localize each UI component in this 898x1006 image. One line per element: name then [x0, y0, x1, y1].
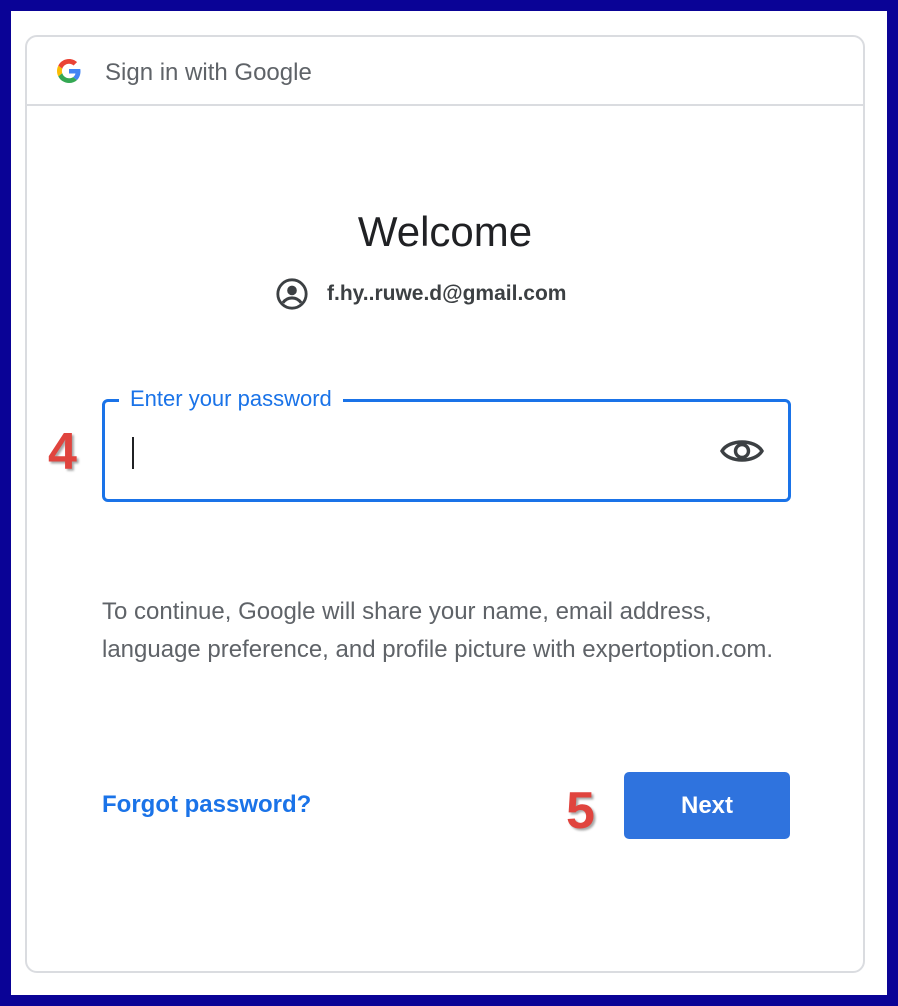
show-password-eye-icon[interactable]: [719, 430, 765, 472]
password-input[interactable]: [129, 430, 703, 472]
password-label: Enter your password: [119, 385, 343, 413]
google-g-icon: [57, 59, 81, 83]
consent-text: To continue, Google will share your name…: [102, 598, 774, 663]
account-circle-icon: [275, 277, 309, 311]
header-title: Sign in with Google: [105, 59, 312, 86]
step-4-marker: 4: [48, 423, 77, 481]
forgot-password-link[interactable]: Forgot password?: [102, 789, 311, 821]
page-title: Welcome: [357, 208, 533, 255]
account-chip[interactable]: f.hy..ruwe.d@gmail.com: [275, 277, 566, 311]
step-5-marker: 5: [566, 782, 595, 840]
account-email: f.hy..ruwe.d@gmail.com: [327, 282, 567, 305]
password-field[interactable]: Enter your password: [102, 385, 791, 502]
next-button[interactable]: Next: [624, 772, 790, 839]
card-header: Sign in with Google: [27, 37, 863, 106]
text-cursor: [132, 437, 134, 469]
sign-in-card: Sign in with Google Welcome f.hy..ruwe.d…: [25, 35, 865, 973]
